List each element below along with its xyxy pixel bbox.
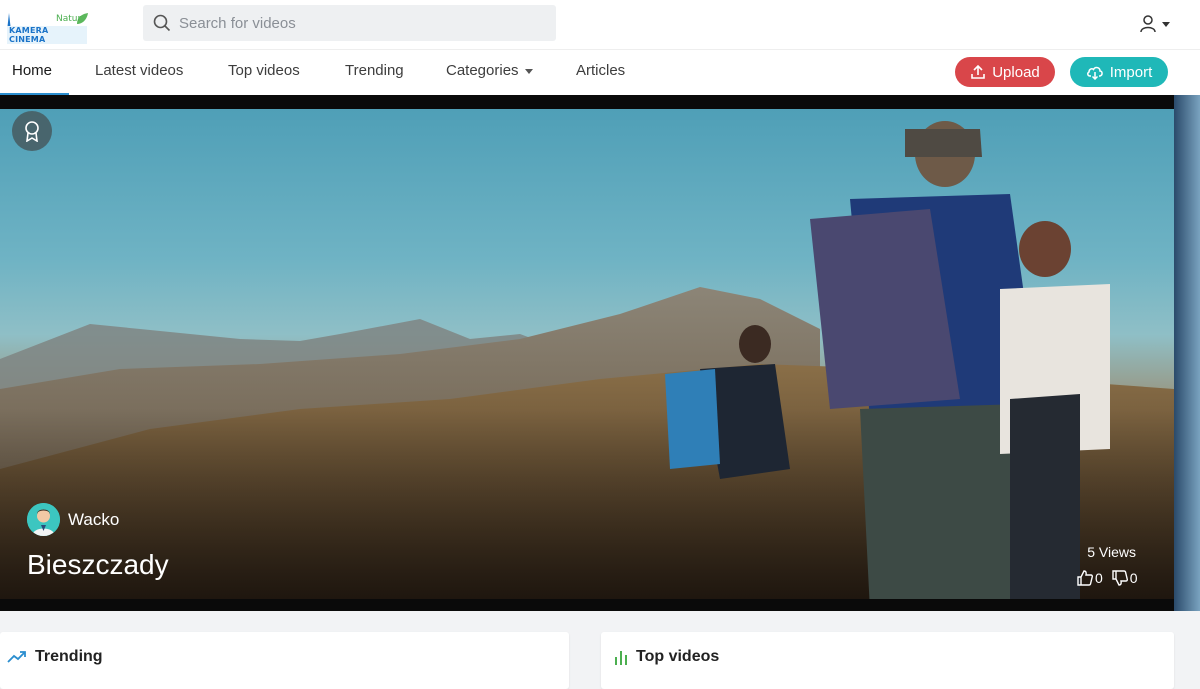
- like-button[interactable]: 0: [1076, 569, 1103, 587]
- nav-trending[interactable]: Trending: [345, 50, 404, 95]
- person-avatar-icon: [27, 503, 60, 536]
- hero-top-bar: [0, 95, 1174, 109]
- user-menu-button[interactable]: [1140, 12, 1176, 36]
- upload-button[interactable]: Upload: [955, 57, 1055, 87]
- trending-up-icon: [7, 651, 26, 663]
- hero-bottom-bar: [0, 599, 1174, 611]
- chevron-down-icon: [1162, 21, 1170, 27]
- channel-name: Wacko: [68, 509, 120, 529]
- nav-top-videos[interactable]: Top videos: [228, 50, 300, 95]
- search-icon: [153, 14, 171, 32]
- hero-landscape-image: [0, 121, 1174, 611]
- import-button[interactable]: Import: [1070, 57, 1168, 87]
- trending-section: Trending: [0, 632, 569, 689]
- bar-chart-icon: [615, 651, 627, 665]
- chevron-down-icon: [524, 68, 533, 74]
- dislike-button[interactable]: 0: [1111, 569, 1138, 587]
- like-count: 0: [1095, 570, 1103, 586]
- top-videos-section: Top videos: [601, 632, 1174, 689]
- award-badge[interactable]: [12, 111, 52, 151]
- nav-top-label: Top videos: [228, 62, 300, 79]
- view-count: 5 Views: [1087, 544, 1136, 560]
- search-bar[interactable]: [143, 5, 556, 41]
- user-icon: [1140, 15, 1156, 33]
- site-logo[interactable]: Natur KAMERA CINEMA: [5, 11, 88, 44]
- trending-title: Trending: [35, 648, 103, 665]
- vote-controls: 0 0: [1076, 569, 1138, 587]
- search-input[interactable]: [179, 5, 549, 41]
- nav-home-label: Home: [12, 62, 53, 79]
- featured-video[interactable]: Wacko Bieszczady 5 Views 0 0: [0, 109, 1174, 611]
- logo-main-text: KAMERA CINEMA: [7, 26, 87, 44]
- trending-heading: Trending: [7, 648, 103, 666]
- nav-latest-label: Latest videos: [95, 62, 184, 79]
- cloud-download-icon: [1086, 66, 1103, 80]
- upload-label: Upload: [992, 63, 1040, 81]
- nav-articles[interactable]: Articles: [576, 50, 625, 95]
- video-title[interactable]: Bieszczady: [27, 549, 169, 581]
- nav-categories-label: Categories: [446, 62, 519, 79]
- dislike-count: 0: [1129, 570, 1138, 586]
- main-nav: Home Latest videos Top videos Trending C…: [0, 50, 1200, 95]
- nav-trending-label: Trending: [345, 62, 404, 79]
- import-label: Import: [1109, 63, 1153, 81]
- nav-articles-label: Articles: [576, 62, 626, 79]
- thumbs-down-icon: [1112, 570, 1128, 586]
- nav-latest-videos[interactable]: Latest videos: [95, 50, 183, 95]
- thumbs-up-icon: [1077, 570, 1094, 586]
- channel-link[interactable]: Wacko: [27, 503, 119, 536]
- top-videos-heading: Top videos: [614, 648, 719, 666]
- award-icon: [25, 121, 39, 142]
- top-header: Natur KAMERA CINEMA: [0, 0, 1200, 50]
- logo-top-text: Natur: [56, 14, 82, 24]
- upload-icon: [971, 64, 986, 79]
- nav-home[interactable]: Home: [0, 50, 69, 95]
- next-slide-peek[interactable]: [1174, 95, 1200, 611]
- avatar: [27, 503, 60, 536]
- top-videos-title: Top videos: [636, 648, 720, 665]
- nav-categories[interactable]: Categories: [446, 50, 533, 95]
